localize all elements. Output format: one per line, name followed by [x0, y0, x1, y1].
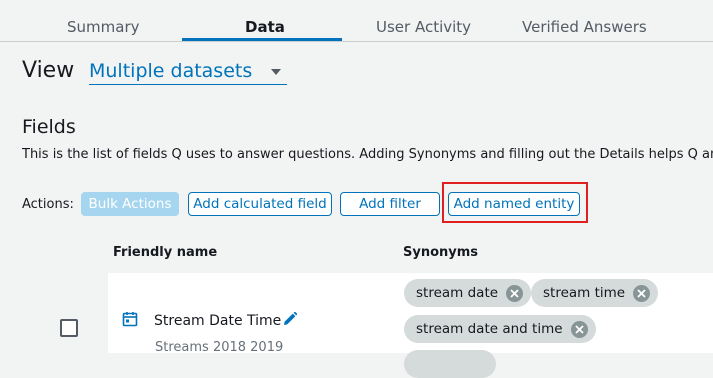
dataset-select-value: Multiple datasets	[89, 60, 253, 82]
column-header-friendly-name: Friendly name	[113, 245, 218, 260]
field-name: Stream Date Time	[154, 313, 282, 329]
synonym-label: stream date and time	[416, 321, 563, 337]
tab-user-activity[interactable]: User Activity	[376, 18, 471, 36]
fields-description: This is the list of fields Q uses to ans…	[22, 147, 713, 162]
row-checkbox[interactable]	[60, 319, 78, 337]
bulk-actions-button[interactable]: Bulk Actions	[81, 192, 179, 216]
add-calculated-field-button[interactable]: Add calculated field	[188, 192, 332, 216]
synonym-chip: stream date	[404, 279, 532, 307]
fields-title: Fields	[22, 116, 76, 138]
actions-label: Actions:	[22, 197, 74, 212]
remove-synonym-icon[interactable]	[633, 284, 651, 302]
synonym-label: stream date	[416, 285, 499, 301]
calendar-icon	[122, 311, 138, 331]
add-filter-button[interactable]: Add filter	[340, 192, 440, 216]
edit-icon[interactable]	[282, 311, 298, 331]
add-named-entity-button[interactable]: Add named entity	[448, 192, 580, 216]
tab-data[interactable]: Data	[245, 18, 285, 36]
remove-synonym-icon[interactable]	[570, 320, 588, 338]
synonym-chip: stream date and time	[404, 315, 596, 343]
remove-synonym-icon[interactable]	[506, 284, 524, 302]
column-header-synonyms: Synonyms	[403, 245, 479, 260]
tab-verified-answers[interactable]: Verified Answers	[522, 18, 647, 36]
synonym-chip: stream time	[531, 279, 659, 307]
tab-bar: Summary Data User Activity Verified Answ…	[0, 0, 713, 42]
dataset-select[interactable]: Multiple datasets	[89, 58, 287, 85]
synonym-chip-partial	[404, 350, 496, 378]
caret-down-icon	[271, 69, 281, 75]
view-label: View	[22, 58, 75, 83]
tab-summary[interactable]: Summary	[67, 18, 140, 36]
active-tab-indicator	[182, 38, 342, 41]
synonym-label: stream time	[543, 285, 626, 301]
